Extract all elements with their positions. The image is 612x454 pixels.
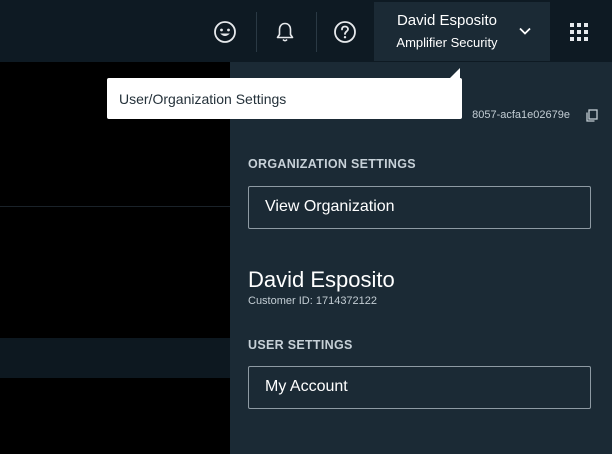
app-switcher-button[interactable]	[557, 12, 601, 52]
chevron-down-icon	[519, 27, 531, 35]
user-org-settings-tooltip: User/Organization Settings	[107, 78, 462, 119]
user-menu-name: David Esposito	[396, 12, 498, 29]
user-menu-organization: Amplifier Security	[396, 35, 498, 50]
content-divider	[0, 206, 230, 207]
toolbar-divider	[316, 12, 317, 52]
copy-icon[interactable]	[586, 109, 598, 122]
smiley-icon	[214, 21, 236, 43]
customer-name: David Esposito	[248, 267, 395, 292]
help-icon	[334, 21, 356, 43]
org-id-value: 8057-acfa1e02679e	[472, 109, 570, 121]
view-organization-button[interactable]: View Organization	[248, 186, 591, 229]
notifications-button[interactable]	[263, 12, 307, 52]
user-organization-panel: 8057-acfa1e02679e ORGANIZATION SETTINGS …	[230, 62, 612, 454]
user-settings-title: USER SETTINGS	[248, 338, 353, 352]
app-grid-icon	[570, 23, 588, 41]
my-account-button[interactable]: My Account	[248, 366, 591, 409]
organization-settings-title: ORGANIZATION SETTINGS	[248, 157, 416, 171]
help-button[interactable]	[323, 12, 367, 52]
content-row-highlight	[0, 338, 230, 378]
toolbar-divider	[256, 12, 257, 52]
top-nav-bar: David Esposito Amplifier Security	[0, 0, 612, 62]
tooltip-arrow	[450, 68, 460, 78]
feedback-button[interactable]	[203, 12, 247, 52]
customer-id: Customer ID: 1714372122	[248, 295, 378, 307]
bell-icon	[276, 22, 294, 42]
user-menu-button[interactable]: David Esposito Amplifier Security	[374, 2, 550, 61]
